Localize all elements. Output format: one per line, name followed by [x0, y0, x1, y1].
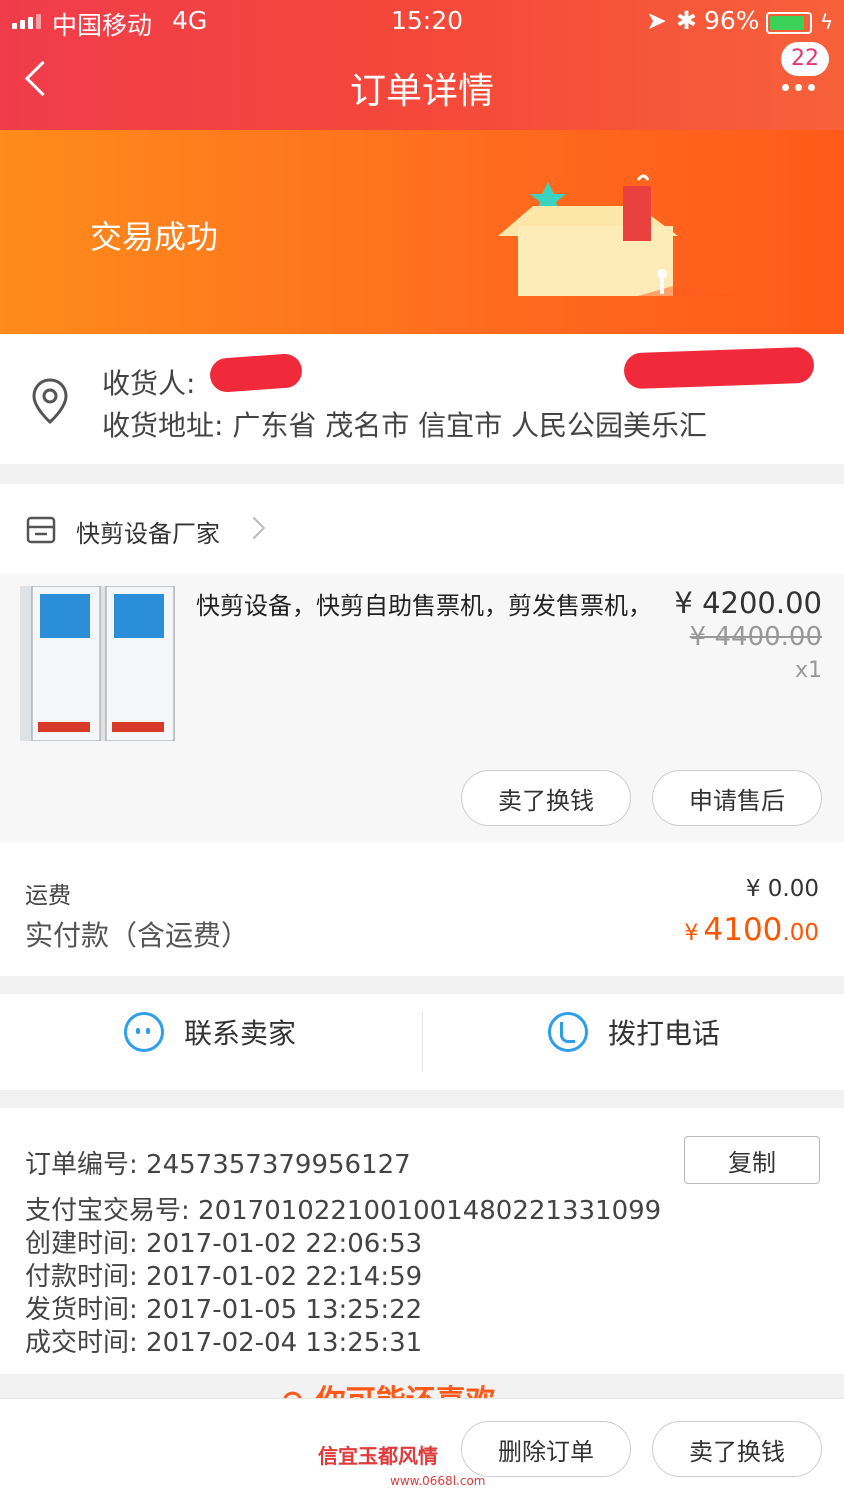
network-label: 4G	[172, 6, 208, 35]
battery-icon	[766, 12, 812, 34]
address-value: 广东省 茂名市 信宜市 人民公园美乐汇	[232, 409, 708, 442]
contact-seller-label: 联系卖家	[184, 1017, 297, 1050]
gift-box-icon	[498, 174, 738, 296]
store-name[interactable]: 快剪设备厂家	[76, 514, 220, 549]
more-icon[interactable]	[782, 84, 815, 91]
paid-amount: ¥ 4100.00	[684, 912, 819, 948]
paid-decimal: .00	[782, 920, 819, 946]
charging-icon: ϟ	[820, 10, 834, 34]
page-title: 订单详情	[349, 71, 494, 112]
footer-sell-button[interactable]: 卖了换钱	[652, 1421, 822, 1477]
create-time-row: 创建时间: 2017-01-02 22:06:53	[25, 1223, 422, 1260]
watermark: 信宜玉都风情	[318, 1444, 438, 1468]
order-card: 快剪设备厂家 快剪设备，快剪自助售票机，剪发售票机， ¥ 4200.00 ¥ 4…	[0, 484, 844, 842]
location-pin-icon	[32, 378, 68, 424]
paid-main: 4100	[703, 912, 783, 948]
info-value: 2457357379956127	[146, 1150, 411, 1180]
store-icon	[26, 516, 56, 544]
contact-seller-button[interactable]: 联系卖家	[124, 1012, 296, 1052]
pay-time-row: 付款时间: 2017-01-02 22:14:59	[25, 1256, 422, 1293]
freight-value: ¥ 0.00	[745, 876, 819, 902]
quantity: x1	[794, 658, 822, 683]
alipay-trade-row: 支付宝交易号: 2017010221001001480221331099	[25, 1190, 661, 1227]
info-value: 2017-02-04 13:25:31	[146, 1328, 423, 1358]
info-label: 成交时间:	[25, 1328, 138, 1358]
info-value: 2017-01-02 22:14:59	[146, 1262, 423, 1292]
redaction-mark	[208, 352, 304, 394]
info-label: 订单编号:	[25, 1150, 138, 1180]
sell-button[interactable]: 卖了换钱	[461, 770, 631, 826]
deal-time-row: 成交时间: 2017-02-04 13:25:31	[25, 1322, 422, 1359]
product-image[interactable]	[20, 586, 175, 741]
product-title[interactable]: 快剪设备，快剪自助售票机，剪发售票机，	[196, 586, 652, 621]
call-phone-button[interactable]: 拨打电话	[548, 1012, 720, 1052]
address-label: 收货地址:	[102, 409, 224, 442]
product-item[interactable]: 快剪设备，快剪自助售票机，剪发售票机， ¥ 4200.00 ¥ 4400.00 …	[0, 574, 844, 842]
call-phone-label: 拨打电话	[608, 1017, 721, 1050]
chevron-right-icon[interactable]	[242, 516, 266, 540]
status-banner: 交易成功	[0, 130, 844, 334]
address-card[interactable]: 收货人: 收货地址: 广东省 茂名市 信宜市 人民公园美乐汇	[0, 334, 844, 464]
bluetooth-icon: ✱	[676, 6, 697, 35]
info-value: 2017010221001001480221331099	[198, 1196, 662, 1226]
delete-order-button[interactable]: 删除订单	[461, 1421, 631, 1477]
info-value: 2017-01-05 13:25:22	[146, 1295, 423, 1325]
carrier-label: 中国移动	[52, 11, 153, 40]
currency-symbol: ¥	[684, 921, 699, 946]
message-badge[interactable]: 22	[781, 42, 829, 76]
payment-summary: 运费 ¥ 0.00 实付款（含运费） ¥ 4100.00	[0, 842, 844, 976]
shipping-address: 收货地址: 广东省 茂名市 信宜市 人民公园美乐汇	[102, 404, 707, 444]
nav-header: 中国移动 4G 15:20 ➤ ✱ 96% ϟ 订单详情 22	[0, 0, 844, 130]
order-number-row: 订单编号: 2457357379956127	[25, 1144, 411, 1181]
order-status: 交易成功	[90, 218, 219, 256]
watermark-url: www.0668l.com	[390, 1474, 486, 1488]
info-value: 2017-01-02 22:06:53	[146, 1229, 423, 1259]
divider	[422, 1012, 423, 1072]
order-info-card: 订单编号: 2457357379956127 复制 支付宝交易号: 201701…	[0, 1108, 844, 1374]
info-label: 发货时间:	[25, 1295, 138, 1325]
signal-icon	[12, 14, 41, 29]
redaction-mark	[623, 346, 815, 390]
original-price: ¥ 4400.00	[689, 622, 822, 652]
info-label: 付款时间:	[25, 1262, 138, 1292]
product-price: ¥ 4200.00	[674, 586, 822, 620]
battery-percent: 96%	[704, 6, 760, 35]
contact-bar: 联系卖家 拨打电话	[0, 994, 844, 1090]
ship-time-row: 发货时间: 2017-01-05 13:25:22	[25, 1289, 422, 1326]
paid-label: 实付款（含运费）	[25, 919, 250, 952]
info-label: 支付宝交易号:	[25, 1196, 190, 1226]
info-label: 创建时间:	[25, 1229, 138, 1259]
copy-button[interactable]: 复制	[684, 1136, 820, 1184]
location-icon: ➤	[646, 6, 667, 35]
phone-icon	[548, 1012, 588, 1052]
clock: 15:20	[391, 6, 464, 35]
chat-icon	[124, 1012, 164, 1052]
after-sale-button[interactable]: 申请售后	[652, 770, 822, 826]
freight-label: 运费	[25, 883, 71, 909]
receiver-label: 收货人:	[102, 367, 196, 400]
